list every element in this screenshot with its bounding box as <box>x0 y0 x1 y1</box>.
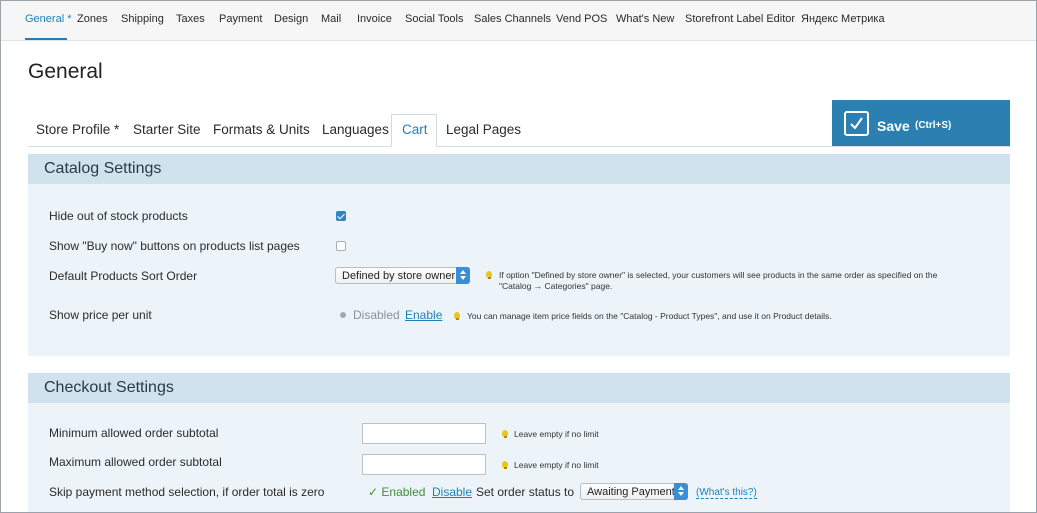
save-label: Save <box>877 118 910 134</box>
nav-yandex-metrika[interactable]: Яндекс Метрика <box>801 13 885 25</box>
max-subtotal-label: Maximum allowed order subtotal <box>49 455 222 469</box>
max-subtotal-hint: Leave empty if no limit <box>514 460 599 470</box>
buy-now-label: Show "Buy now" buttons on products list … <box>49 239 300 253</box>
buy-now-checkbox[interactable] <box>336 241 346 251</box>
check-icon <box>844 111 869 136</box>
nav-vend-pos[interactable]: Vend POS <box>556 13 607 25</box>
nav-zones[interactable]: Zones <box>77 13 108 25</box>
select-arrows-icon <box>456 267 470 284</box>
nav-general[interactable]: General * <box>25 13 71 25</box>
whats-this-link[interactable]: (What's this?) <box>696 487 757 499</box>
top-navigation: General * Zones Shipping Taxes Payment D… <box>1 1 1036 41</box>
select-arrows-icon <box>674 483 688 500</box>
catalog-settings-panel: Catalog Settings Hide out of stock produ… <box>28 154 1010 356</box>
nav-sales-channels[interactable]: Sales Channels <box>474 13 551 25</box>
nav-invoice[interactable]: Invoice <box>357 13 392 25</box>
page-title: General <box>28 60 103 83</box>
nav-shipping[interactable]: Shipping <box>121 13 164 25</box>
tab-languages[interactable]: Languages <box>322 122 389 137</box>
active-nav-indicator <box>25 38 67 40</box>
price-per-unit-status: Disabled <box>353 308 400 322</box>
price-per-unit-label: Show price per unit <box>49 308 152 322</box>
order-status-value: Awaiting Payment <box>587 486 675 498</box>
max-subtotal-input[interactable] <box>362 454 486 475</box>
sort-order-value: Defined by store owner <box>342 270 456 282</box>
order-status-label: Set order status to <box>476 485 575 499</box>
hide-out-of-stock-checkbox[interactable] <box>336 211 346 221</box>
min-subtotal-hint: Leave empty if no limit <box>514 429 599 439</box>
lightbulb-icon <box>454 312 460 320</box>
disabled-dot-icon <box>340 312 346 318</box>
min-subtotal-label: Minimum allowed order subtotal <box>49 426 219 440</box>
settings-window: General * Zones Shipping Taxes Payment D… <box>0 0 1037 513</box>
sort-order-hint: If option "Defined by store owner" is se… <box>499 270 937 292</box>
lightbulb-icon <box>486 271 492 279</box>
checkout-settings-title: Checkout Settings <box>44 379 174 396</box>
disable-skip-payment-link[interactable]: Disable <box>432 485 472 499</box>
sort-order-select[interactable]: Defined by store owner <box>335 267 470 284</box>
tab-starter-site[interactable]: Starter Site <box>133 122 201 137</box>
nav-design[interactable]: Design <box>274 13 308 25</box>
checkout-settings-header: Checkout Settings <box>28 373 1010 403</box>
nav-social-tools[interactable]: Social Tools <box>405 13 464 25</box>
save-shortcut: (Ctrl+S) <box>915 120 952 131</box>
catalog-settings-header: Catalog Settings <box>28 154 1010 184</box>
price-per-unit-hint: You can manage item price fields on the … <box>467 311 832 321</box>
nav-payment[interactable]: Payment <box>219 13 262 25</box>
save-button[interactable]: Save (Ctrl+S) <box>832 100 1010 146</box>
tabs-divider <box>28 146 1010 147</box>
enable-price-per-unit-link[interactable]: Enable <box>405 308 442 322</box>
tab-cart[interactable]: Cart <box>402 122 428 137</box>
sort-order-hint-line1: If option "Defined by store owner" is se… <box>499 270 938 280</box>
tab-store-profile[interactable]: Store Profile * <box>36 122 119 137</box>
lightbulb-icon <box>502 461 508 469</box>
min-subtotal-input[interactable] <box>362 423 486 444</box>
hide-out-of-stock-label: Hide out of stock products <box>49 209 188 223</box>
nav-whats-new[interactable]: What's New <box>616 13 674 25</box>
checkout-settings-panel: Checkout Settings Minimum allowed order … <box>28 373 1010 512</box>
catalog-settings-title: Catalog Settings <box>44 160 162 177</box>
nav-storefront-label-editor[interactable]: Storefront Label Editor <box>685 13 795 25</box>
sort-order-label: Default Products Sort Order <box>49 269 198 283</box>
tab-legal-pages[interactable]: Legal Pages <box>446 122 521 137</box>
skip-payment-label: Skip payment method selection, if order … <box>49 485 325 499</box>
nav-mail[interactable]: Mail <box>321 13 341 25</box>
nav-taxes[interactable]: Taxes <box>176 13 205 25</box>
lightbulb-icon <box>502 430 508 438</box>
skip-payment-status: ✓ Enabled <box>368 485 426 499</box>
order-status-select[interactable]: Awaiting Payment <box>580 483 688 500</box>
tab-formats-units[interactable]: Formats & Units <box>213 122 310 137</box>
sort-order-hint-line2: "Catalog → Categories" page. <box>499 281 613 291</box>
